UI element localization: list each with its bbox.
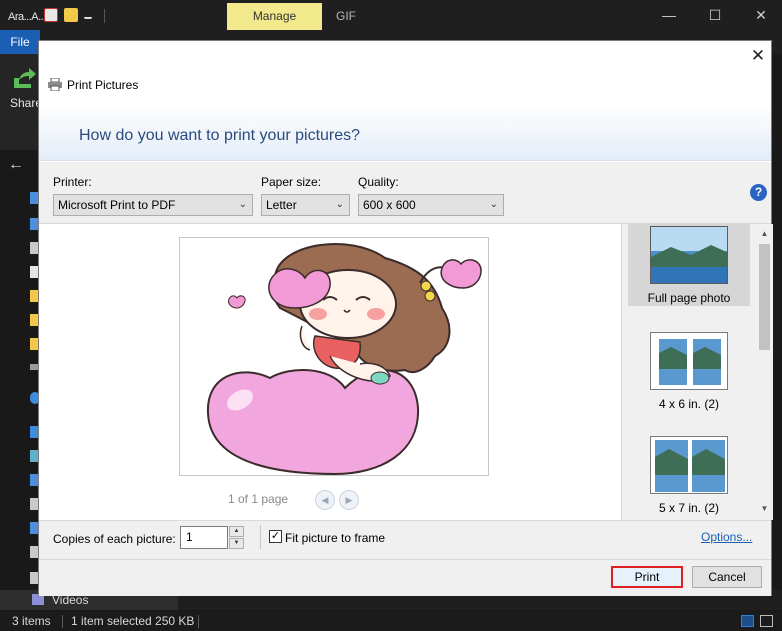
layout-label: 4 x 6 in. (2) [658, 397, 720, 411]
dialog-header: How do you want to print your pictures? [39, 105, 771, 161]
dialog-close-icon[interactable]: ✕ [747, 45, 769, 67]
quality-label: Quality: [358, 175, 399, 189]
cancel-button[interactable]: Cancel [692, 566, 762, 588]
scroll-down-icon[interactable]: ▼ [756, 502, 773, 516]
manage-tab[interactable]: Manage [227, 3, 322, 30]
explorer-title-bar: Ara...A... Manage GIF — ☐ ✕ [0, 0, 782, 30]
dialog-title: Print Pictures [67, 78, 139, 92]
layout-thumbnail [650, 332, 728, 390]
chevron-down-icon: ⌄ [238, 199, 247, 210]
quality-select[interactable]: 600 x 600 ⌄ [358, 194, 504, 216]
share-icon[interactable] [11, 66, 37, 92]
scroll-up-icon[interactable]: ▲ [756, 227, 773, 241]
large-icons-view-icon[interactable] [760, 615, 773, 627]
previous-page-icon[interactable]: ◀ [315, 490, 335, 510]
fit-to-frame-label: Fit picture to frame [285, 531, 386, 545]
ribbon-panel: Share [0, 54, 42, 150]
navigation-pane [0, 180, 40, 590]
print-preview-area: 1 of 1 page ◀ ▶ [39, 224, 621, 520]
printer-select-value: Microsoft Print to PDF [58, 198, 176, 212]
title-separator [104, 9, 105, 23]
copies-decrement-icon[interactable]: ▼ [229, 538, 244, 549]
status-bar: 3 items 1 item selected 250 KB [0, 611, 782, 631]
page-indicator: 1 of 1 page [228, 492, 289, 506]
options-link[interactable]: Options... [701, 530, 752, 544]
layout-scrollbar[interactable]: ▲ ▼ [756, 224, 773, 520]
scrollbar-thumb[interactable] [759, 244, 770, 350]
print-preview-photo [179, 237, 489, 476]
quality-select-value: 600 x 600 [363, 198, 416, 212]
layout-item-5x7[interactable]: 5 x 7 in. (2) [628, 434, 750, 516]
paper-size-select-value: Letter [266, 198, 297, 212]
gif-tab[interactable]: GIF [336, 3, 356, 30]
status-item-count: 3 items [12, 614, 51, 628]
two-photo-thumbnail [659, 339, 721, 385]
landscape-thumbnail [651, 227, 727, 283]
copies-input[interactable]: 1 [180, 526, 228, 549]
fit-to-frame-checkbox[interactable]: ✓ [269, 530, 282, 543]
layout-label: 5 x 7 in. (2) [658, 501, 720, 515]
help-icon[interactable]: ? [750, 184, 767, 201]
chevron-down-icon: ⌄ [335, 199, 344, 210]
file-tab[interactable]: File [0, 30, 40, 54]
layout-item-full-page[interactable]: Full page photo [628, 224, 750, 306]
layout-label: Full page photo [647, 291, 731, 305]
quick-access-toolbar: Ara...A... [4, 5, 94, 25]
copies-increment-icon[interactable]: ▲ [229, 526, 244, 537]
two-photo-thumbnail [655, 440, 725, 492]
paper-size-select[interactable]: Letter ⌄ [261, 194, 350, 216]
dialog-heading: How do you want to print your pictures? [79, 127, 361, 144]
paper-size-label: Paper size: [261, 175, 322, 189]
chevron-down-icon: ⌄ [489, 199, 498, 210]
printer-select[interactable]: Microsoft Print to PDF ⌄ [53, 194, 253, 216]
window-close-icon[interactable]: ✕ [738, 0, 782, 30]
maximize-icon[interactable]: ☐ [692, 0, 738, 30]
minimize-icon[interactable]: — [646, 0, 692, 30]
printer-icon [48, 78, 62, 91]
layout-thumbnail [650, 226, 728, 284]
back-arrow-icon[interactable]: ← [8, 156, 24, 174]
status-separator-2 [198, 615, 199, 628]
next-page-icon[interactable]: ▶ [339, 490, 359, 510]
copies-label: Copies of each picture: [53, 532, 176, 546]
new-folder-icon[interactable] [64, 8, 78, 22]
layout-item-4x6[interactable]: 4 x 6 in. (2) [628, 330, 750, 412]
printer-label: Printer: [53, 175, 92, 189]
details-view-icon[interactable] [741, 615, 754, 627]
print-pictures-dialog: Print Pictures ✕ How do you want to prin… [38, 40, 773, 596]
footer-divider [39, 559, 771, 560]
quick-access-text: Ara...A... [8, 11, 46, 23]
properties-icon[interactable] [44, 8, 58, 22]
print-settings-row: Printer: Microsoft Print to PDF ⌄ Paper … [39, 162, 771, 224]
dialog-footer: Copies of each picture: 1 ▲ ▼ ✓ Fit pict… [39, 520, 771, 596]
status-selection: 1 item selected 250 KB [71, 614, 195, 628]
status-separator [62, 615, 63, 628]
print-button[interactable]: Print [611, 566, 683, 588]
layout-thumbnail [650, 436, 728, 494]
footer-separator [260, 525, 261, 549]
customize-toolbar-icon[interactable] [84, 11, 92, 19]
cartoon-girl-illustration [206, 243, 482, 475]
layout-list: Full page photo 4 x 6 in. (2) 5 x 7 in. … [621, 224, 773, 520]
